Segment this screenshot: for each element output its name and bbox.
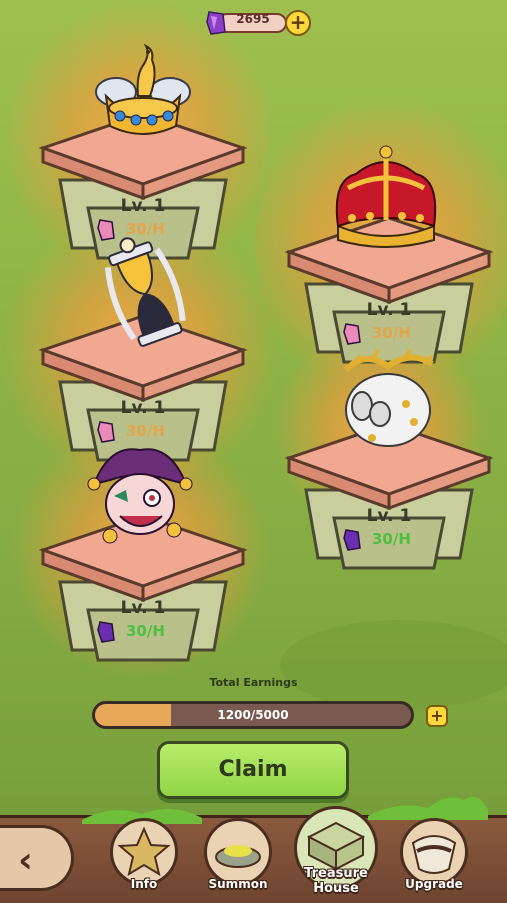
- earnings-progress-bar: 1200/5000: [92, 701, 414, 729]
- currency-amount: 2695: [236, 12, 270, 26]
- claim-button[interactable]: Claim: [157, 741, 349, 799]
- info-icon: [110, 818, 178, 886]
- royal-crown-treasure[interactable]: [326, 140, 446, 252]
- nav-summon-label: Summon: [208, 877, 268, 891]
- nav-upgrade-label: Upgrade: [405, 877, 463, 891]
- total-earnings-label: Total Earnings: [209, 676, 298, 689]
- pedestal-level: Lv. 1: [366, 506, 412, 526]
- claim-label: Claim: [218, 757, 288, 782]
- back-button[interactable]: ‹: [0, 825, 74, 891]
- laurel-ghost-treasure[interactable]: [332, 346, 442, 458]
- pedestal-rate: 30/H: [372, 530, 411, 548]
- pedestal-level: Lv. 1: [366, 300, 412, 320]
- golden-bird-nest-treasure[interactable]: [88, 34, 198, 144]
- nav-info-label: Info: [130, 877, 158, 891]
- add-currency-button[interactable]: +: [285, 10, 311, 36]
- pedestal-rate: 30/H: [372, 324, 411, 342]
- nav-treasure-house-label: Treasure House: [304, 866, 368, 896]
- currency-display: 2695 +: [205, 8, 313, 38]
- jester-treasure[interactable]: [80, 440, 200, 550]
- upgrade-icon: [400, 818, 468, 886]
- pedestal-level: Lv. 1: [120, 196, 166, 216]
- nav-info[interactable]: Info: [106, 818, 182, 900]
- earnings-progress-text: 1200/5000: [217, 708, 289, 722]
- summon-icon: [204, 818, 272, 886]
- hourglass-treasure[interactable]: [96, 236, 196, 356]
- purple-gem-icon: [206, 11, 226, 35]
- pedestal-level: Lv. 1: [120, 398, 166, 418]
- purple-gem-icon: [343, 529, 361, 551]
- earnings-plus-button[interactable]: +: [426, 705, 448, 727]
- grass-decoration-right: [368, 796, 488, 820]
- purple-gem-icon: [97, 621, 115, 643]
- pedestal-rate: 30/H: [126, 622, 165, 640]
- nav-summon[interactable]: Summon: [200, 818, 276, 900]
- chevron-left-icon: ‹: [18, 840, 33, 881]
- nav-treasure-house[interactable]: Treasure House: [292, 806, 380, 900]
- purple-gem-icon: [343, 323, 361, 345]
- grass-patch: [280, 620, 507, 710]
- nav-upgrade[interactable]: Upgrade: [396, 818, 472, 900]
- pedestal-rate: 30/H: [126, 422, 165, 440]
- pedestal-level: Lv. 1: [120, 598, 166, 618]
